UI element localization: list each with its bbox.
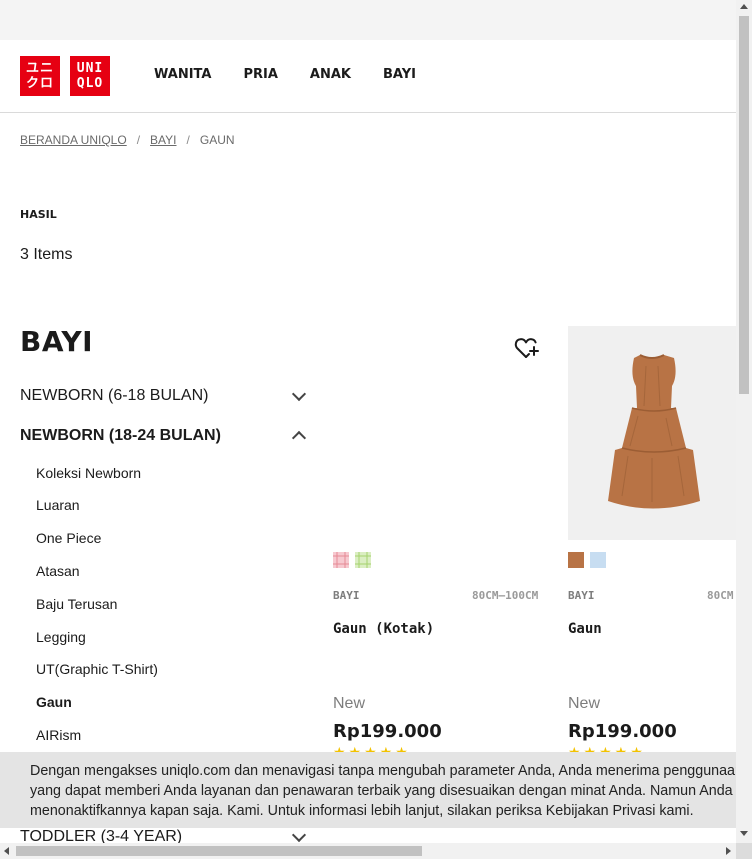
breadcrumb-home[interactable]: BERANDA UNIQLO: [20, 133, 127, 147]
color-swatch-light-blue[interactable]: [590, 552, 606, 568]
sidebar-item-airism[interactable]: AIRism: [36, 727, 81, 743]
main-nav: WANITA PRIA ANAK BAYI: [154, 67, 416, 82]
sidebar-section-newborn-18-24[interactable]: NEWBORN (18-24 BULAN): [20, 427, 310, 446]
section-label: NEWBORN (18-24 BULAN): [20, 427, 221, 444]
product-size: 80CM–100CM: [472, 589, 539, 602]
logo-line: UNI: [76, 61, 104, 76]
results-count: 3 Items: [20, 246, 73, 263]
sidebar-item-ut[interactable]: UT(Graphic T-Shirt): [36, 661, 158, 677]
nav-item-bayi[interactable]: BAYI: [383, 67, 416, 82]
color-swatch-brown[interactable]: [568, 552, 584, 568]
cookie-text: Dengan mengakses uniqlo.com dan menaviga…: [30, 763, 736, 819]
sidebar-item-baju-terusan[interactable]: Baju Terusan: [36, 596, 117, 612]
chevron-down-icon: [291, 386, 307, 402]
vertical-scrollbar-thumb[interactable]: [739, 16, 749, 394]
logo-line: QLO: [76, 76, 104, 91]
site-header: ユニ クロ UNI QLO WANITA PRIA ANAK BAYI: [0, 40, 736, 113]
color-swatch-pink-check[interactable]: [333, 552, 349, 568]
uniqlo-logo-katakana[interactable]: ユニ クロ: [20, 56, 60, 96]
logo-line: ユニ: [25, 61, 54, 76]
horizontal-scrollbar-thumb[interactable]: [16, 846, 422, 856]
breadcrumb-separator: /: [136, 133, 141, 147]
product-name[interactable]: Gaun (Kotak): [333, 621, 434, 637]
sidebar-item-atasan[interactable]: Atasan: [36, 563, 80, 579]
sidebar-section-newborn-6-18[interactable]: NEWBORN (6-18 BULAN): [20, 386, 310, 405]
scroll-right-icon[interactable]: [726, 847, 731, 855]
breadcrumb-category[interactable]: BAYI: [150, 133, 176, 147]
cookie-banner: Dengan mengakses uniqlo.com dan menaviga…: [0, 752, 736, 828]
breadcrumb: BERANDA UNIQLO / BAYI / GAUN: [20, 133, 235, 147]
results-heading: HASIL: [20, 208, 57, 221]
breadcrumb-current: GAUN: [199, 133, 235, 147]
product-price: Rp199.000: [568, 721, 677, 742]
breadcrumb-separator: /: [186, 133, 190, 147]
nav-item-wanita[interactable]: WANITA: [154, 67, 211, 82]
scroll-left-icon[interactable]: [4, 847, 9, 855]
product-price: Rp199.000: [333, 721, 442, 742]
product-image-gaun[interactable]: [568, 326, 736, 540]
chevron-down-icon: [291, 827, 307, 843]
product-badge-new: New: [568, 695, 601, 712]
nav-item-anak[interactable]: ANAK: [310, 67, 351, 82]
nav-item-pria[interactable]: PRIA: [243, 67, 277, 82]
sidebar-item-luaran[interactable]: Luaran: [36, 497, 80, 513]
product-name[interactable]: Gaun: [568, 621, 602, 637]
chevron-up-icon: [291, 430, 307, 446]
scrollbar-corner: [736, 843, 752, 859]
scroll-up-icon[interactable]: [740, 4, 748, 9]
category-title: BAYI: [20, 325, 94, 358]
sidebar-item-koleksi-newborn[interactable]: Koleksi Newborn: [36, 465, 141, 481]
product-category: BAYI: [333, 589, 360, 602]
product-size: 80CM: [707, 589, 734, 602]
scroll-down-icon[interactable]: [740, 831, 748, 836]
color-swatch-green-check[interactable]: [355, 552, 371, 568]
product-category: BAYI: [568, 589, 595, 602]
product-badge-new: New: [333, 695, 366, 712]
uniqlo-logo[interactable]: UNI QLO: [70, 56, 110, 96]
sidebar-item-one-piece[interactable]: One Piece: [36, 530, 101, 546]
top-strip: [0, 0, 736, 40]
dress-image: [608, 354, 700, 509]
logo-line: クロ: [25, 76, 54, 91]
sidebar-item-gaun[interactable]: Gaun: [36, 694, 72, 710]
sidebar-item-legging[interactable]: Legging: [36, 629, 86, 645]
heart-plus-icon[interactable]: [514, 336, 540, 360]
section-label: NEWBORN (6-18 BULAN): [20, 387, 209, 404]
